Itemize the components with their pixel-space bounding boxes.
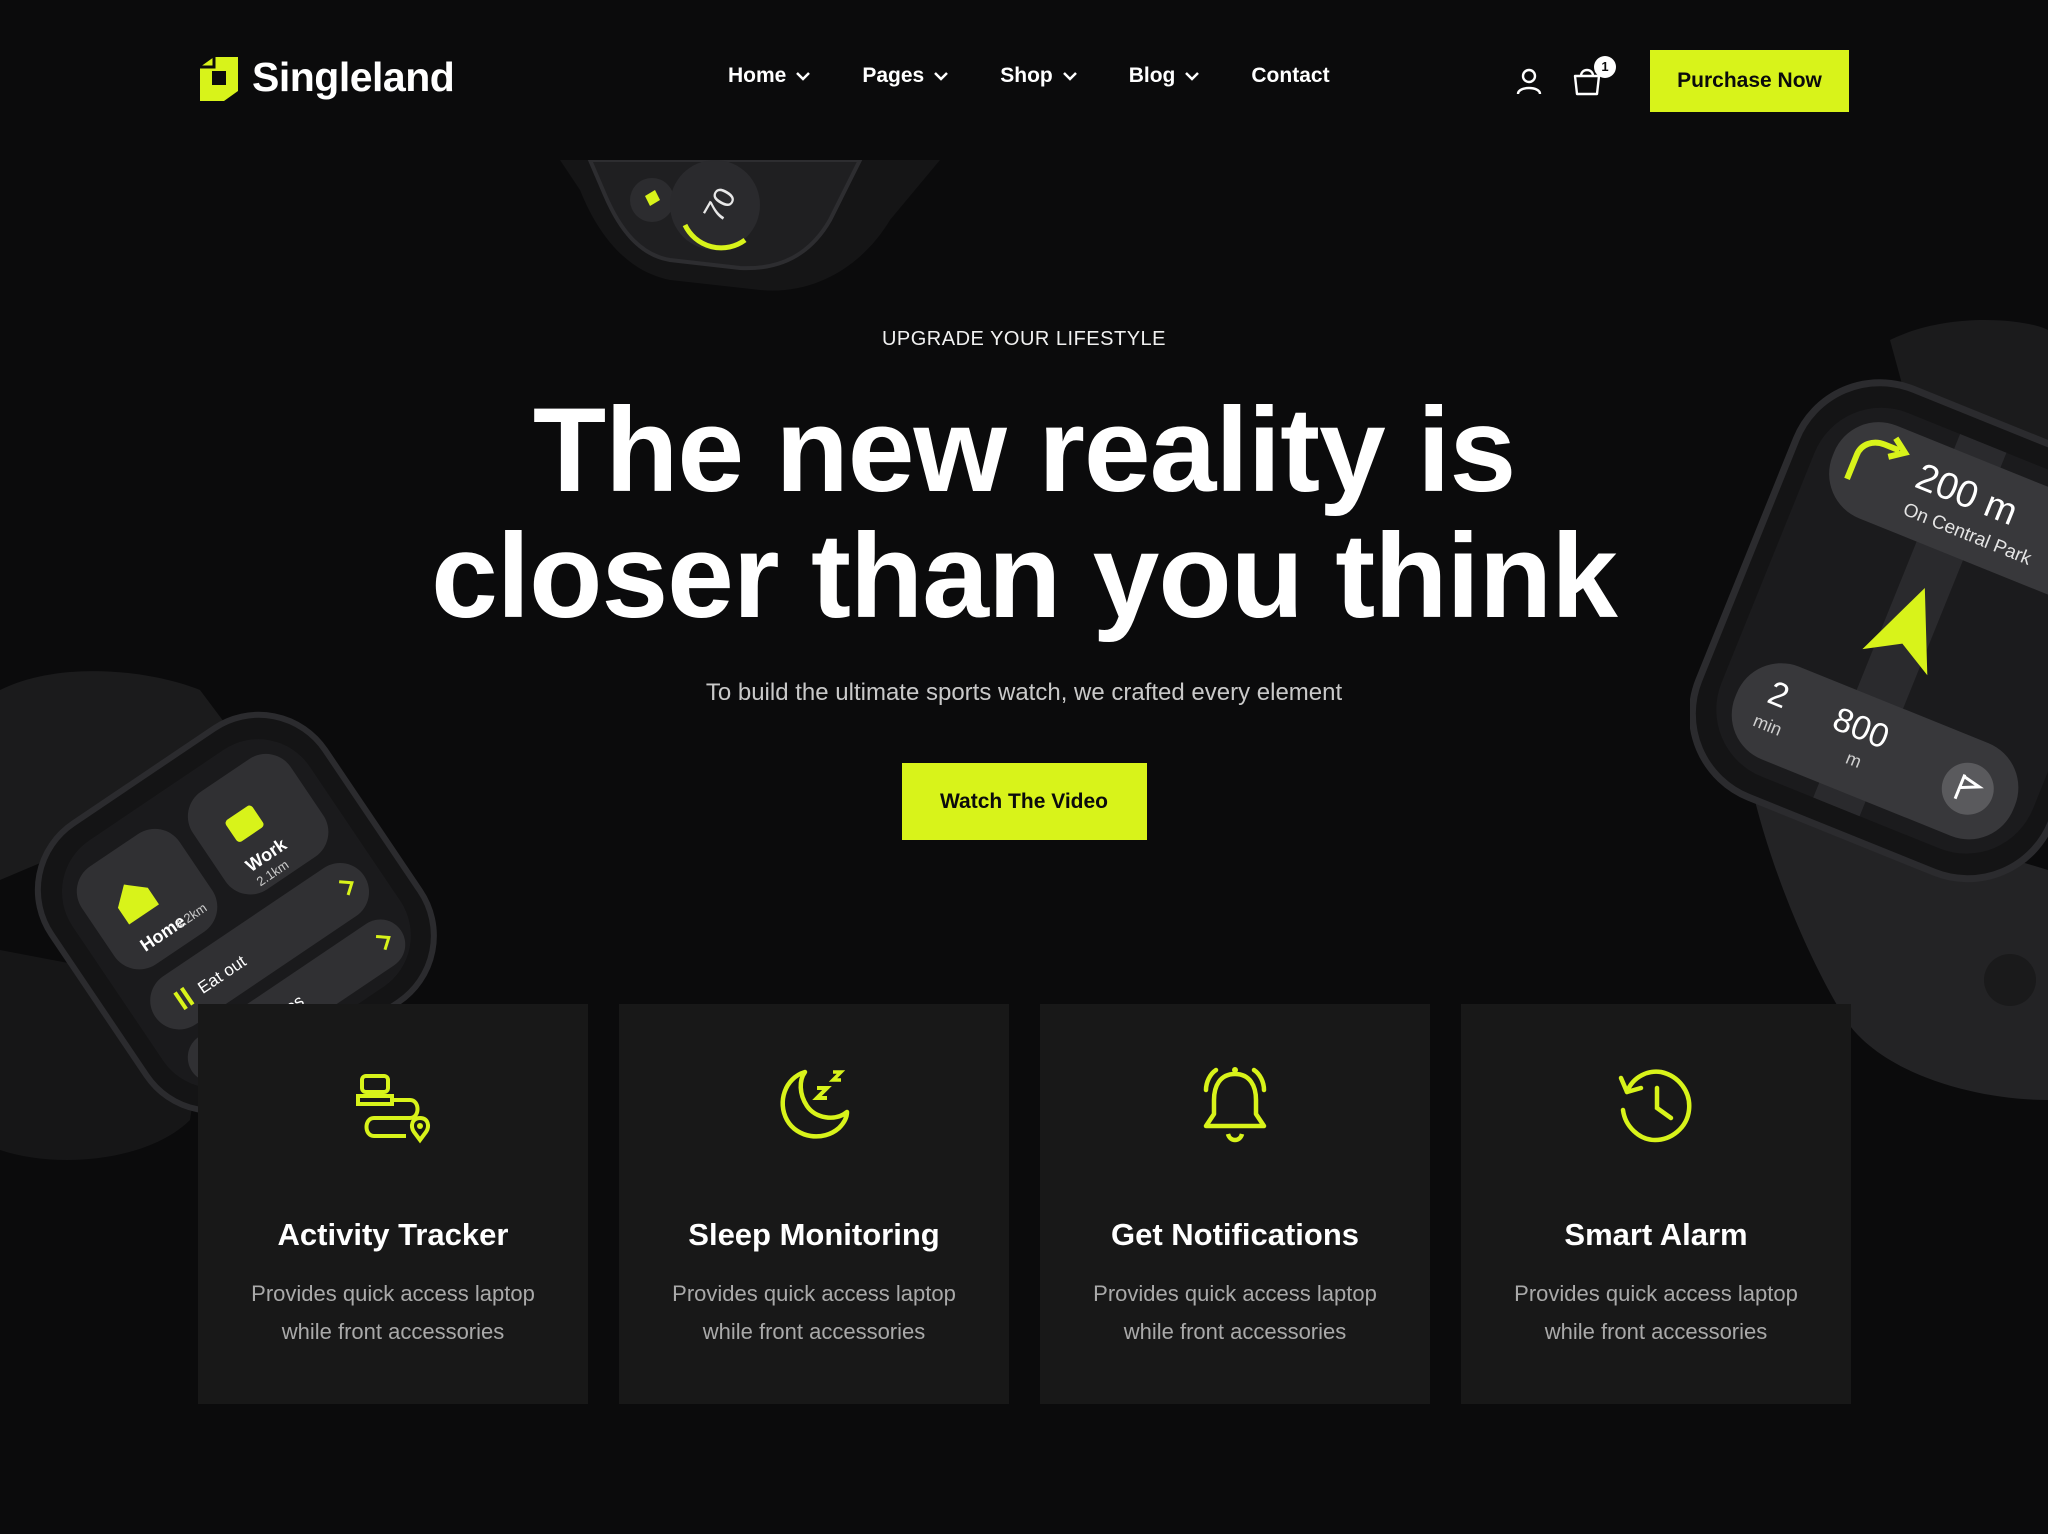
feature-card: Smart Alarm Provides quick access laptop… xyxy=(1461,1004,1851,1404)
main-nav: Home Pages Shop Blog Contact xyxy=(728,64,1382,88)
watch-video-button[interactable]: Watch The Video xyxy=(901,763,1147,840)
chevron-down-icon xyxy=(796,71,811,81)
feature-title: Sleep Monitoring xyxy=(688,1217,940,1252)
nav-item-pages[interactable]: Pages xyxy=(862,64,949,88)
cart-count-badge: 1 xyxy=(1594,56,1616,78)
hero-headline: The new reality is closer than you think xyxy=(374,387,1674,639)
feature-title: Get Notifications xyxy=(1110,1217,1359,1252)
features-grid: Activity Tracker Provides quick access l… xyxy=(198,1004,1851,1404)
feature-desc: Provides quick access laptop while front… xyxy=(1040,1275,1430,1351)
nav-item-contact[interactable]: Contact xyxy=(1251,64,1329,88)
hero-section: UPGRADE YOUR LIFESTYLE The new reality i… xyxy=(0,300,2048,840)
route-icon xyxy=(356,1074,430,1144)
hero-headline-line-2: closer than you think xyxy=(431,509,1618,643)
feature-desc: Provides quick access laptop while front… xyxy=(619,1275,1009,1351)
user-icon[interactable] xyxy=(1514,66,1544,96)
nav-label: Blog xyxy=(1128,64,1176,87)
feature-desc-line: while front accessories xyxy=(702,1319,926,1344)
feature-desc-line: Provides quick access laptop xyxy=(1093,1281,1377,1306)
nav-label: Contact xyxy=(1251,64,1330,87)
nav-label: Shop xyxy=(1000,64,1053,87)
header-actions: 1 xyxy=(1514,56,1616,98)
feature-title: Activity Tracker xyxy=(277,1217,509,1252)
nav-label: Pages xyxy=(862,64,925,87)
moon-sleep-icon xyxy=(780,1069,850,1139)
bell-icon xyxy=(1203,1067,1267,1143)
purchase-now-button[interactable]: Purchase Now xyxy=(1650,50,1849,112)
chevron-down-icon xyxy=(1185,71,1200,81)
logo-mark-icon xyxy=(200,56,238,101)
feature-title: Smart Alarm xyxy=(1564,1217,1748,1252)
feature-desc-line: Provides quick access laptop xyxy=(1514,1281,1798,1306)
feature-desc: Provides quick access laptop while front… xyxy=(198,1275,588,1351)
feature-desc-line: while front accessories xyxy=(1544,1319,1768,1344)
chevron-down-icon xyxy=(934,71,949,81)
nav-item-shop[interactable]: Shop xyxy=(1000,64,1077,88)
hero-eyebrow: UPGRADE YOUR LIFESTYLE xyxy=(881,328,1167,350)
brand-name: Singleland xyxy=(252,54,455,100)
nav-label: Home xyxy=(728,64,787,87)
feature-desc-line: Provides quick access laptop xyxy=(672,1281,956,1306)
nav-item-home[interactable]: Home xyxy=(728,64,811,88)
feature-card: Get Notifications Provides quick access … xyxy=(1040,1004,1430,1404)
hero-headline-line-1: The new reality is xyxy=(532,383,1516,517)
feature-card: Activity Tracker Provides quick access l… xyxy=(198,1004,588,1404)
cart-button[interactable]: 1 xyxy=(1570,56,1616,98)
feature-desc-line: while front accessories xyxy=(1123,1319,1347,1344)
feature-desc-line: Provides quick access laptop xyxy=(251,1281,535,1306)
feature-desc: Provides quick access laptop while front… xyxy=(1461,1275,1851,1351)
brand-logo[interactable]: Singleland xyxy=(196,54,455,101)
feature-desc-line: while front accessories xyxy=(281,1319,505,1344)
nav-item-blog[interactable]: Blog xyxy=(1129,64,1200,88)
feature-card: Sleep Monitoring Provides quick access l… xyxy=(619,1004,1009,1404)
chevron-down-icon xyxy=(1062,71,1077,81)
hero-subline: To build the ultimate sports watch, we c… xyxy=(705,679,1343,706)
top-watch-image: 70 xyxy=(560,160,940,291)
alarm-clock-icon xyxy=(1618,1069,1692,1143)
site-header: Singleland Home Pages Shop Blog Contact xyxy=(0,0,2048,165)
